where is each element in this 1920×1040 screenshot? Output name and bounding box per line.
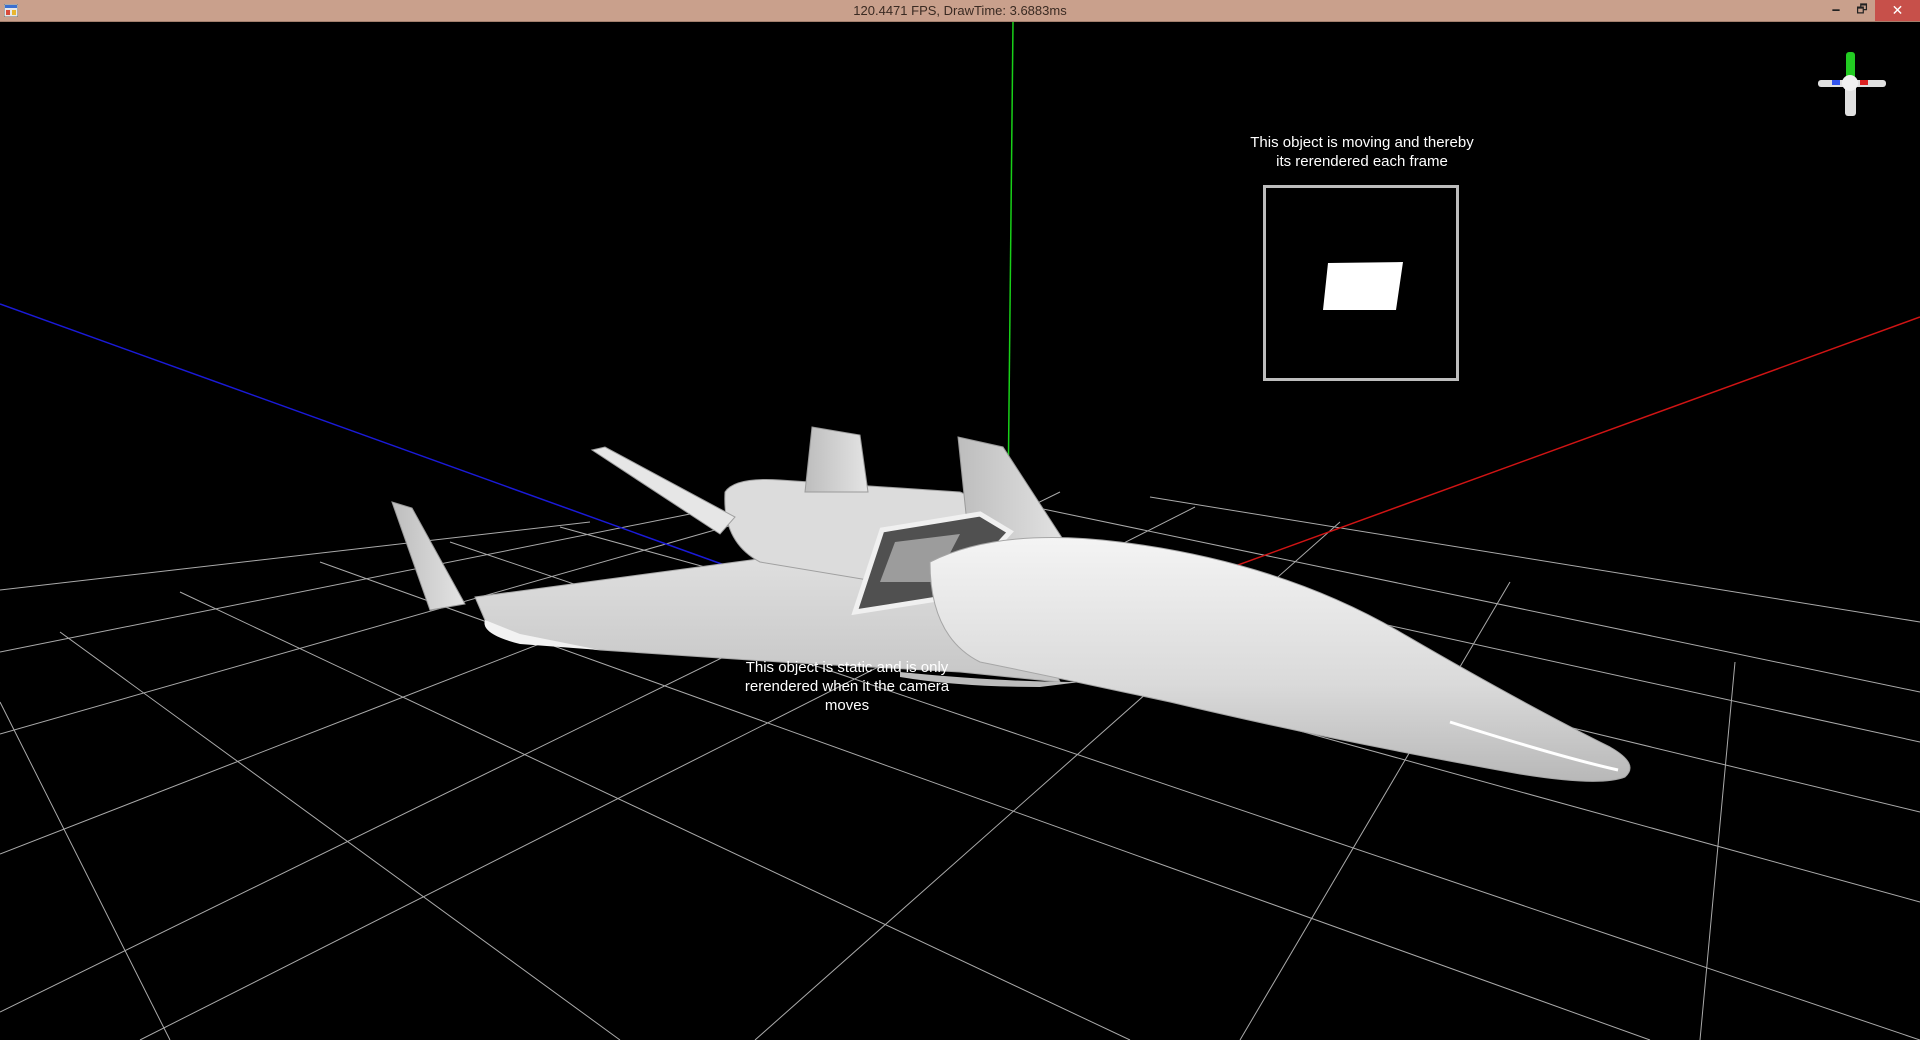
moving-object-canvas xyxy=(1323,262,1403,310)
title-bar[interactable]: 120.4471 FPS, DrawTime: 3.6883ms 🗕 🗗 ✕ xyxy=(0,0,1920,22)
static-object-label: This object is static and is only rerend… xyxy=(744,659,950,714)
window-title: 120.4471 FPS, DrawTime: 3.6883ms xyxy=(853,3,1067,18)
orientation-gizmo-icon[interactable] xyxy=(1812,50,1892,120)
scene-canvas[interactable] xyxy=(0,22,1920,1040)
restore-button[interactable]: 🗗 xyxy=(1849,0,1875,21)
moving-object-viewport[interactable] xyxy=(1263,185,1459,381)
close-button[interactable]: ✕ xyxy=(1875,0,1920,21)
app-window: 120.4471 FPS, DrawTime: 3.6883ms 🗕 🗗 ✕ T… xyxy=(0,0,1920,1040)
minimize-icon: 🗕 xyxy=(1831,2,1841,16)
moving-object-label: This object is moving and thereby its re… xyxy=(1250,134,1474,170)
close-icon: ✕ xyxy=(1891,2,1904,19)
minimize-button[interactable]: 🗕 xyxy=(1823,0,1849,21)
3d-viewport[interactable]: This object is moving and thereby its re… xyxy=(0,22,1920,1040)
y-axis-line xyxy=(1007,22,1014,503)
restore-icon: 🗗 xyxy=(1856,2,1868,16)
moving-square-object xyxy=(1323,262,1403,310)
z-axis-line xyxy=(0,303,731,568)
